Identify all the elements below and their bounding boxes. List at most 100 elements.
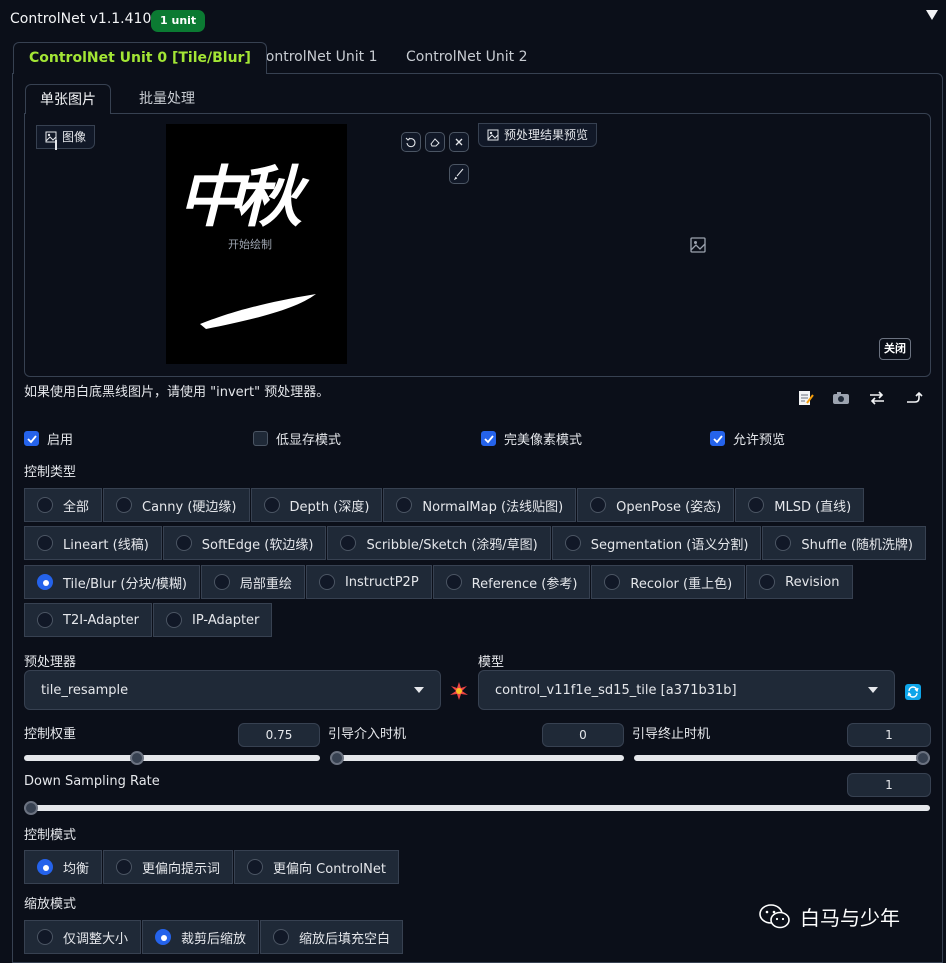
- radio-circle-icon[interactable]: [166, 612, 183, 628]
- control-type-option[interactable]: InstructP2P: [305, 565, 432, 599]
- preprocessor-dropdown[interactable]: tile_resample: [24, 670, 441, 710]
- undo-button[interactable]: [401, 132, 421, 152]
- send-up-icon[interactable]: [905, 390, 923, 406]
- brush-button[interactable]: [449, 164, 469, 184]
- weight-number-input[interactable]: 0.75: [238, 723, 320, 747]
- tab-unit-0[interactable]: ControlNet Unit 0 [Tile/Blur]: [13, 42, 267, 74]
- radio-circle-icon[interactable]: [37, 612, 53, 628]
- run-preprocessor-icon[interactable]: [449, 681, 469, 701]
- radio-circle-icon[interactable]: [155, 929, 172, 945]
- radio-circle-icon[interactable]: [116, 859, 133, 875]
- check-icon: [712, 434, 723, 443]
- control-type-option[interactable]: Segmentation (语义分割): [551, 526, 762, 560]
- input-canvas[interactable]: 中秋 开始绘制: [166, 124, 347, 364]
- control-type-option[interactable]: Revision: [746, 565, 853, 599]
- control-type-option[interactable]: 全部: [24, 488, 103, 522]
- preprocessor-label: 预处理器: [24, 655, 77, 670]
- image-icon: [487, 129, 499, 141]
- radio-circle-icon[interactable]: [318, 574, 335, 590]
- radio-circle-icon[interactable]: [37, 535, 53, 551]
- radio-circle-icon[interactable]: [37, 859, 53, 875]
- radio-circle-icon[interactable]: [748, 497, 765, 513]
- slider-thumb[interactable]: [916, 751, 930, 765]
- mode-option[interactable]: 更偏向 ControlNet: [234, 850, 399, 884]
- radio-circle-icon[interactable]: [213, 574, 230, 590]
- control-type-option[interactable]: NormalMap (法线贴图): [383, 488, 577, 522]
- checkbox-box[interactable]: [710, 431, 725, 446]
- down-sampling-number-input[interactable]: 1: [847, 773, 931, 797]
- clear-button[interactable]: [449, 132, 469, 152]
- radio-circle-icon[interactable]: [247, 859, 264, 875]
- control-type-option[interactable]: Shuffle (随机洗牌): [762, 526, 926, 560]
- end-number-input[interactable]: 1: [847, 723, 931, 747]
- edit-icon[interactable]: [797, 390, 815, 406]
- model-dropdown[interactable]: control_v11f1e_sd15_tile [a371b31b]: [478, 670, 895, 710]
- radio-circle-icon[interactable]: [564, 535, 581, 551]
- control-type-option[interactable]: T2I-Adapter: [24, 603, 153, 637]
- control-type-row: Lineart (线稿) SoftEdge (软边缘) Scribble/Sketc…: [24, 526, 927, 560]
- radio-label: 均衡: [63, 861, 90, 877]
- close-preview-button[interactable]: 关闭: [879, 338, 911, 360]
- control-type-option[interactable]: IP-Adapter: [153, 603, 273, 637]
- tab-batch[interactable]: 批量处理: [125, 84, 209, 114]
- radio-circle-icon[interactable]: [116, 497, 133, 513]
- control-type-option[interactable]: Reference (参考): [432, 565, 591, 599]
- radio-circle-icon[interactable]: [775, 535, 792, 551]
- slider-thumb[interactable]: [330, 751, 344, 765]
- mode-option[interactable]: 仅调整大小: [24, 920, 142, 954]
- tab-single-image[interactable]: 单张图片: [25, 84, 111, 114]
- mode-option[interactable]: 均衡: [24, 850, 103, 884]
- radio-circle-icon[interactable]: [396, 497, 413, 513]
- radio-label: OpenPose (姿态): [616, 499, 722, 515]
- control-type-option[interactable]: Scribble/Sketch (涂鸦/草图): [327, 526, 551, 560]
- control-type-option[interactable]: Recolor (重上色): [591, 565, 746, 599]
- radio-circle-icon[interactable]: [37, 929, 53, 945]
- control-mode-label: 控制模式: [24, 828, 77, 843]
- camera-icon[interactable]: [832, 390, 850, 406]
- radio-circle-icon[interactable]: [273, 929, 290, 945]
- mode-option[interactable]: 更偏向提示词: [103, 850, 234, 884]
- close-icon: [455, 138, 463, 146]
- weight-slider[interactable]: [24, 751, 320, 765]
- checkbox-box[interactable]: [481, 431, 496, 446]
- mode-option[interactable]: 裁剪后缩放: [142, 920, 260, 954]
- radio-circle-icon[interactable]: [590, 497, 607, 513]
- end-slider[interactable]: [634, 751, 930, 765]
- pixel-perfect-checkbox[interactable]: 完美像素模式: [481, 429, 582, 448]
- slider-thumb[interactable]: [130, 751, 144, 765]
- enable-label: 启用: [47, 433, 74, 448]
- radio-circle-icon[interactable]: [37, 497, 53, 513]
- swap-icon[interactable]: [868, 390, 886, 406]
- radio-circle-icon[interactable]: [759, 574, 776, 590]
- slider-thumb[interactable]: [24, 801, 38, 815]
- control-type-option[interactable]: SoftEdge (软边缘): [162, 526, 327, 560]
- radio-circle-icon[interactable]: [604, 574, 621, 590]
- radio-circle-icon[interactable]: [175, 535, 192, 551]
- control-type-option[interactable]: Canny (硬边缘): [103, 488, 250, 522]
- control-type-option[interactable]: Depth (深度): [250, 488, 383, 522]
- checkbox-box[interactable]: [24, 431, 39, 446]
- allow-preview-checkbox[interactable]: 允许预览: [710, 429, 785, 448]
- checkbox-box[interactable]: [253, 431, 268, 446]
- control-type-option[interactable]: MLSD (直线): [735, 488, 865, 522]
- radio-label: 局部重绘: [239, 576, 292, 592]
- control-type-option[interactable]: Tile/Blur (分块/模糊): [24, 565, 200, 599]
- radio-circle-icon[interactable]: [263, 497, 280, 513]
- low-vram-checkbox[interactable]: 低显存模式: [253, 429, 341, 448]
- radio-circle-icon[interactable]: [37, 574, 53, 590]
- text-cursor: [55, 140, 57, 150]
- radio-circle-icon[interactable]: [340, 535, 357, 551]
- control-type-option[interactable]: Lineart (线稿): [24, 526, 162, 560]
- mode-option[interactable]: 缩放后填充空白: [260, 920, 404, 954]
- start-number-input[interactable]: 0: [542, 723, 624, 747]
- down-sampling-slider[interactable]: [24, 801, 930, 815]
- eraser-button[interactable]: [425, 132, 445, 152]
- enable-checkbox[interactable]: 启用: [24, 429, 73, 448]
- refresh-models-button[interactable]: [905, 684, 921, 700]
- control-type-option[interactable]: OpenPose (姿态): [577, 488, 735, 522]
- start-slider[interactable]: [330, 751, 624, 765]
- collapse-arrow-icon[interactable]: [926, 10, 938, 20]
- tab-unit-2[interactable]: ControlNet Unit 2: [391, 42, 543, 74]
- control-type-option[interactable]: 局部重绘: [200, 565, 305, 599]
- radio-circle-icon[interactable]: [445, 574, 462, 590]
